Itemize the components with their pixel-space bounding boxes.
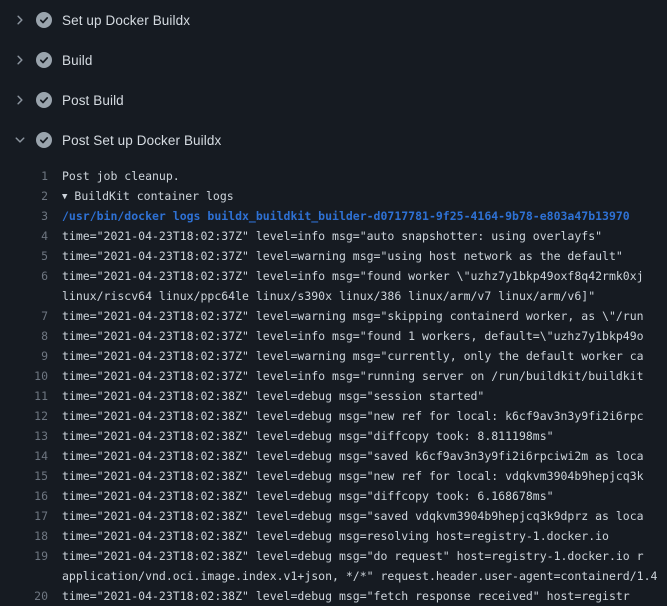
log-line[interactable]: 19time="2021-04-23T18:02:38Z" level=debu… (0, 546, 667, 566)
line-number-empty (0, 566, 48, 586)
log-text: time="2021-04-23T18:02:37Z" level=warnin… (48, 346, 667, 366)
chevron-down-icon (12, 132, 28, 148)
check-circle-icon (36, 52, 52, 68)
log-text: time="2021-04-23T18:02:37Z" level=info m… (48, 326, 667, 346)
log-text: time="2021-04-23T18:02:38Z" level=debug … (48, 426, 667, 446)
section-header-build[interactable]: Build (0, 40, 667, 80)
log-line[interactable]: 17time="2021-04-23T18:02:38Z" level=debu… (0, 506, 667, 526)
log-text: time="2021-04-23T18:02:38Z" level=debug … (48, 526, 667, 546)
section-header-set-up-docker-buildx[interactable]: Set up Docker Buildx (0, 0, 667, 40)
log-text: time="2021-04-23T18:02:38Z" level=debug … (48, 506, 667, 526)
log-text: time="2021-04-23T18:02:38Z" level=debug … (48, 586, 667, 606)
line-number[interactable]: 17 (0, 506, 48, 526)
log-line[interactable]: 13time="2021-04-23T18:02:38Z" level=debu… (0, 426, 667, 446)
log-line[interactable]: 8time="2021-04-23T18:02:37Z" level=info … (0, 326, 667, 346)
section-title: Build (62, 53, 93, 68)
log-line-continuation: linux/riscv64 linux/ppc64le linux/s390x … (0, 286, 667, 306)
chevron-right-icon (12, 12, 28, 28)
log-line[interactable]: 11time="2021-04-23T18:02:38Z" level=debu… (0, 386, 667, 406)
log-line[interactable]: 6time="2021-04-23T18:02:37Z" level=info … (0, 266, 667, 286)
log-text: application/vnd.oci.image.index.v1+json,… (48, 566, 667, 586)
log-line[interactable]: 9time="2021-04-23T18:02:37Z" level=warni… (0, 346, 667, 366)
line-number[interactable]: 10 (0, 366, 48, 386)
check-circle-icon (36, 132, 52, 148)
log-text: Post job cleanup. (48, 166, 667, 186)
log-line[interactable]: 3/usr/bin/docker logs buildx_buildkit_bu… (0, 206, 667, 226)
log-text: time="2021-04-23T18:02:38Z" level=debug … (48, 486, 667, 506)
line-number[interactable]: 19 (0, 546, 48, 566)
log-command-text: /usr/bin/docker logs buildx_buildkit_bui… (48, 206, 667, 226)
section-title: Post Set up Docker Buildx (62, 133, 221, 148)
line-number[interactable]: 14 (0, 446, 48, 466)
section-title: Set up Docker Buildx (62, 13, 190, 28)
line-number[interactable]: 12 (0, 406, 48, 426)
workflow-log-panel: Set up Docker Buildx Build Post Build Post … (0, 0, 667, 606)
log-line[interactable]: 7time="2021-04-23T18:02:37Z" level=warni… (0, 306, 667, 326)
line-number[interactable]: 8 (0, 326, 48, 346)
group-title: BuildKit container logs (74, 189, 233, 203)
log-text: time="2021-04-23T18:02:38Z" level=debug … (48, 546, 667, 566)
log-line-continuation: application/vnd.oci.image.index.v1+json,… (0, 566, 667, 586)
line-number[interactable]: 4 (0, 226, 48, 246)
line-number[interactable]: 11 (0, 386, 48, 406)
log-line[interactable]: 1Post job cleanup. (0, 166, 667, 186)
log-text: time="2021-04-23T18:02:37Z" level=info m… (48, 226, 667, 246)
log-line[interactable]: 4time="2021-04-23T18:02:37Z" level=info … (0, 226, 667, 246)
log-text: time="2021-04-23T18:02:38Z" level=debug … (48, 386, 667, 406)
line-number[interactable]: 13 (0, 426, 48, 446)
log-text: time="2021-04-23T18:02:38Z" level=debug … (48, 466, 667, 486)
line-number-empty (0, 286, 48, 306)
line-number[interactable]: 5 (0, 246, 48, 266)
line-number[interactable]: 20 (0, 586, 48, 606)
line-number[interactable]: 3 (0, 206, 48, 226)
chevron-right-icon (12, 92, 28, 108)
log-line[interactable]: 20time="2021-04-23T18:02:38Z" level=debu… (0, 586, 667, 606)
log-line[interactable]: 18time="2021-04-23T18:02:38Z" level=debu… (0, 526, 667, 546)
chevron-right-icon (12, 52, 28, 68)
line-number[interactable]: 1 (0, 166, 48, 186)
log-text: time="2021-04-23T18:02:37Z" level=info m… (48, 366, 667, 386)
log-text: time="2021-04-23T18:02:37Z" level=info m… (48, 266, 667, 286)
section-title: Post Build (62, 93, 124, 108)
check-circle-icon (36, 12, 52, 28)
log-group-text[interactable]: ▼ BuildKit container logs (48, 186, 667, 206)
line-number[interactable]: 2 (0, 186, 48, 206)
log-text: time="2021-04-23T18:02:37Z" level=warnin… (48, 246, 667, 266)
line-number[interactable]: 7 (0, 306, 48, 326)
line-number[interactable]: 16 (0, 486, 48, 506)
log-line[interactable]: 14time="2021-04-23T18:02:38Z" level=debu… (0, 446, 667, 466)
check-circle-icon (36, 92, 52, 108)
log-line[interactable]: 15time="2021-04-23T18:02:38Z" level=debu… (0, 466, 667, 486)
log-line[interactable]: 5time="2021-04-23T18:02:37Z" level=warni… (0, 246, 667, 266)
log-text: time="2021-04-23T18:02:37Z" level=warnin… (48, 306, 667, 326)
line-number[interactable]: 15 (0, 466, 48, 486)
log-text: time="2021-04-23T18:02:38Z" level=debug … (48, 446, 667, 466)
group-expand-icon[interactable]: ▼ (62, 187, 67, 206)
section-header-post-set-up-docker-buildx[interactable]: Post Set up Docker Buildx (0, 120, 667, 160)
log-line[interactable]: 12time="2021-04-23T18:02:38Z" level=debu… (0, 406, 667, 426)
log-line[interactable]: 16time="2021-04-23T18:02:38Z" level=debu… (0, 486, 667, 506)
log-text: linux/riscv64 linux/ppc64le linux/s390x … (48, 286, 667, 306)
section-header-post-build[interactable]: Post Build (0, 80, 667, 120)
line-number[interactable]: 18 (0, 526, 48, 546)
log-line[interactable]: 10time="2021-04-23T18:02:37Z" level=info… (0, 366, 667, 386)
log-text: time="2021-04-23T18:02:38Z" level=debug … (48, 406, 667, 426)
line-number[interactable]: 9 (0, 346, 48, 366)
log-container: 1Post job cleanup.2 ▼ BuildKit container l… (0, 160, 667, 606)
log-line[interactable]: 2 ▼ BuildKit container logs (0, 186, 667, 206)
line-number[interactable]: 6 (0, 266, 48, 286)
